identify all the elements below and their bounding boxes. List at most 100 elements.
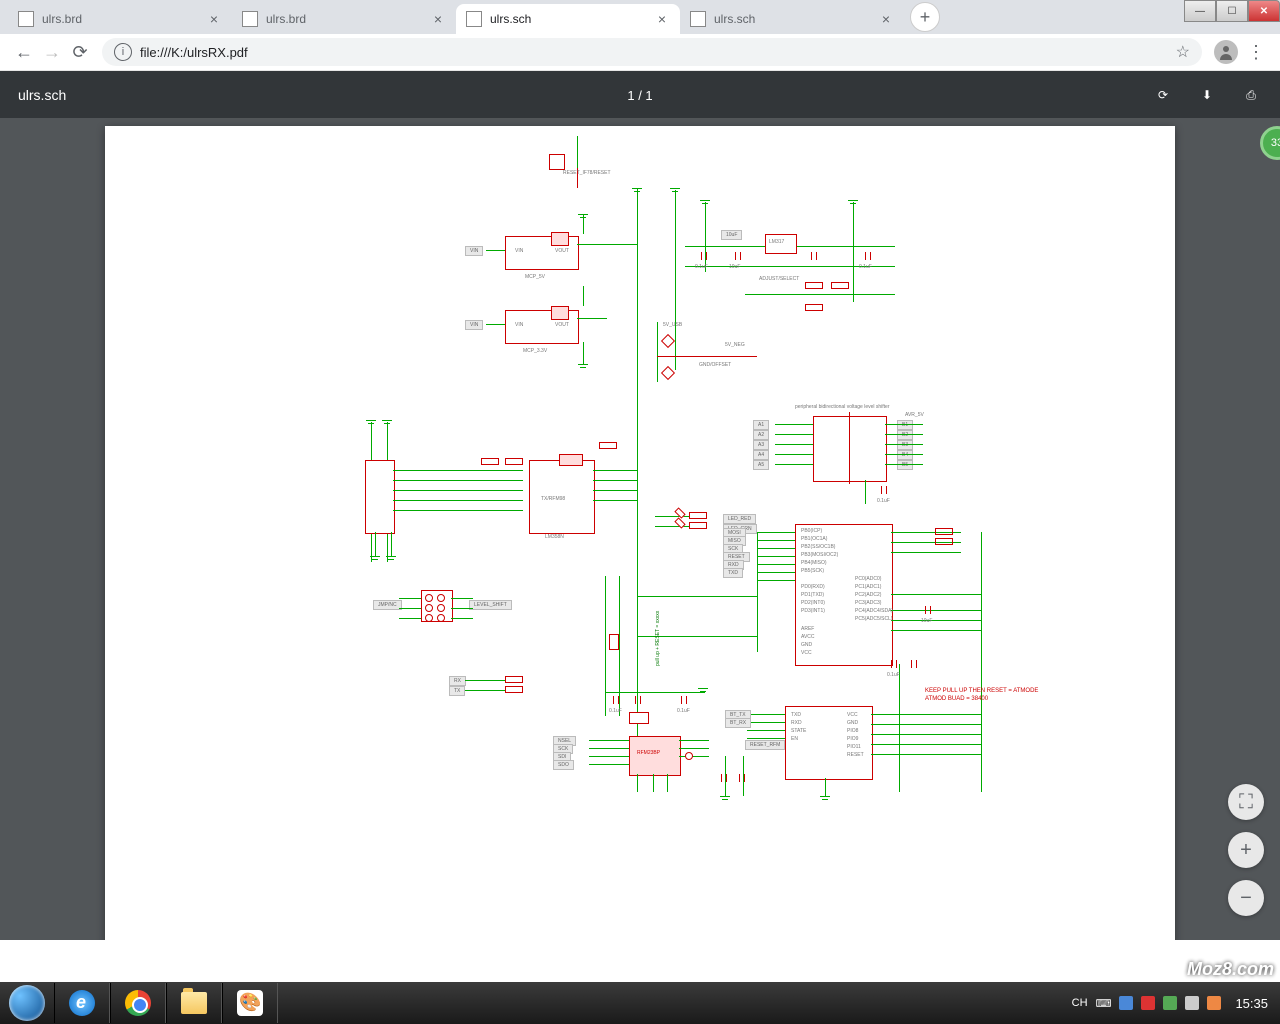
watermark: Moz8.com [1187, 959, 1274, 980]
new-tab-button[interactable]: + [910, 2, 940, 32]
profile-button[interactable] [1214, 40, 1238, 64]
wire [589, 740, 629, 741]
window-close[interactable]: ✕ [1248, 0, 1280, 22]
wire [747, 738, 785, 739]
net-label: TXD [723, 568, 743, 578]
label: PB2(SS/OC1B) [801, 544, 835, 550]
download-icon[interactable]: ⬇ [1196, 84, 1218, 106]
clock[interactable]: 15:35 [1229, 996, 1274, 1011]
tab-1[interactable]: ulrs.brd× [232, 4, 456, 34]
net-label: SDO [553, 760, 574, 770]
resistor [689, 512, 707, 519]
taskbar-explorer[interactable] [166, 983, 222, 1023]
net-label: TX [449, 686, 465, 696]
url-text: file:///K:/ulrsRX.pdf [140, 45, 1176, 60]
chrome-menu[interactable]: ⋮ [1242, 38, 1270, 66]
wire [871, 714, 981, 715]
capacitor [635, 696, 641, 704]
tab-title: ulrs.brd [42, 12, 202, 26]
window-maximize[interactable]: ☐ [1216, 0, 1248, 22]
wire [757, 532, 795, 533]
paint-icon [237, 990, 263, 1016]
taskbar-ie[interactable] [54, 983, 110, 1023]
reload-button[interactable]: ⟳ [66, 38, 94, 66]
taskbar: CH ⌨ 15:35 [0, 982, 1280, 1024]
tab-title: ulrs.sch [490, 12, 650, 26]
fit-page-button[interactable]: ⛶ [1228, 784, 1264, 820]
forward-button[interactable]: → [38, 38, 66, 66]
taskbar-paint[interactable] [222, 983, 278, 1023]
label: PD3(INT1) [801, 608, 825, 614]
label: 0.1uF [887, 672, 900, 678]
close-icon[interactable]: × [658, 11, 666, 27]
tab-3[interactable]: ulrs.sch× [680, 4, 904, 34]
label: TX/RFM98 [541, 496, 565, 502]
wire [486, 324, 505, 325]
pdf-viewport[interactable]: RESET_IF78/RESET VIN VOUT MCP_5V VIN [0, 118, 1280, 940]
tray-icon[interactable] [1207, 996, 1221, 1010]
label: PC3(ADC3) [855, 600, 881, 606]
label: PD0(RXD) [801, 584, 825, 590]
chip-part [559, 454, 583, 466]
label: PB3(MOSI/OC2) [801, 552, 838, 558]
address-bar[interactable]: i file:///K:/ulrsRX.pdf ☆ [102, 38, 1202, 66]
close-icon[interactable]: × [882, 11, 890, 27]
wire [393, 490, 523, 491]
gnd-symbol [370, 556, 380, 562]
tab-2[interactable]: ulrs.sch × [456, 4, 680, 34]
zoom-in-button[interactable]: + [1228, 832, 1264, 868]
resistor [481, 458, 499, 465]
wire [757, 532, 758, 652]
zoom-out-button[interactable]: − [1228, 880, 1264, 916]
bookmark-star-icon[interactable]: ☆ [1176, 42, 1190, 62]
label: PIO8 [847, 728, 858, 734]
wire [577, 318, 607, 319]
keyboard-icon[interactable]: ⌨ [1096, 997, 1112, 1010]
tray-icon[interactable] [1185, 996, 1199, 1010]
wire [885, 424, 923, 425]
tray-icon[interactable] [1141, 996, 1155, 1010]
capacitor [613, 696, 619, 704]
wire [637, 774, 638, 792]
windows-orb-icon [9, 985, 45, 1021]
net-label: 10uF [721, 230, 742, 240]
net-label: A2 [753, 430, 769, 440]
tray-icon[interactable] [1119, 996, 1133, 1010]
back-button[interactable]: ← [10, 38, 38, 66]
tray-icon[interactable] [1163, 996, 1177, 1010]
rotate-icon[interactable]: ⟳ [1152, 84, 1174, 106]
wire [451, 598, 473, 599]
ime-indicator[interactable]: CH [1072, 997, 1088, 1009]
site-info-icon[interactable]: i [114, 43, 132, 61]
wire [865, 480, 866, 504]
system-tray[interactable]: CH ⌨ 15:35 [1066, 982, 1280, 1024]
wire [393, 480, 523, 481]
label: PIO9 [847, 736, 858, 742]
close-icon[interactable]: × [210, 11, 218, 27]
wire [593, 490, 637, 491]
wire [589, 764, 629, 765]
print-icon[interactable]: ⎙ [1240, 84, 1262, 106]
label: PC5(ADC5/SCL) [855, 616, 893, 622]
tab-0[interactable]: ulrs.brd × [8, 4, 232, 34]
chip-part [551, 232, 569, 246]
page-indicator[interactable]: 1 / 1 [627, 88, 652, 103]
net-label: B5 [897, 460, 913, 470]
label: ADJUST/SELECT [759, 276, 799, 282]
taskbar-chrome[interactable] [110, 983, 166, 1023]
label: MCP_3.3V [523, 348, 547, 354]
ie-icon [69, 990, 95, 1016]
close-icon[interactable]: × [434, 11, 442, 27]
window-minimize[interactable]: — [1184, 0, 1216, 22]
net-label: A5 [753, 460, 769, 470]
wire [391, 532, 392, 556]
wire [757, 540, 795, 541]
wire [853, 202, 854, 302]
capacitor [735, 252, 741, 260]
label: STATE [791, 728, 806, 734]
label: PC1(ADC1) [855, 584, 881, 590]
start-button[interactable] [0, 982, 54, 1024]
resistor [689, 522, 707, 529]
label: 0.1uF [877, 498, 890, 504]
pad [425, 614, 433, 622]
